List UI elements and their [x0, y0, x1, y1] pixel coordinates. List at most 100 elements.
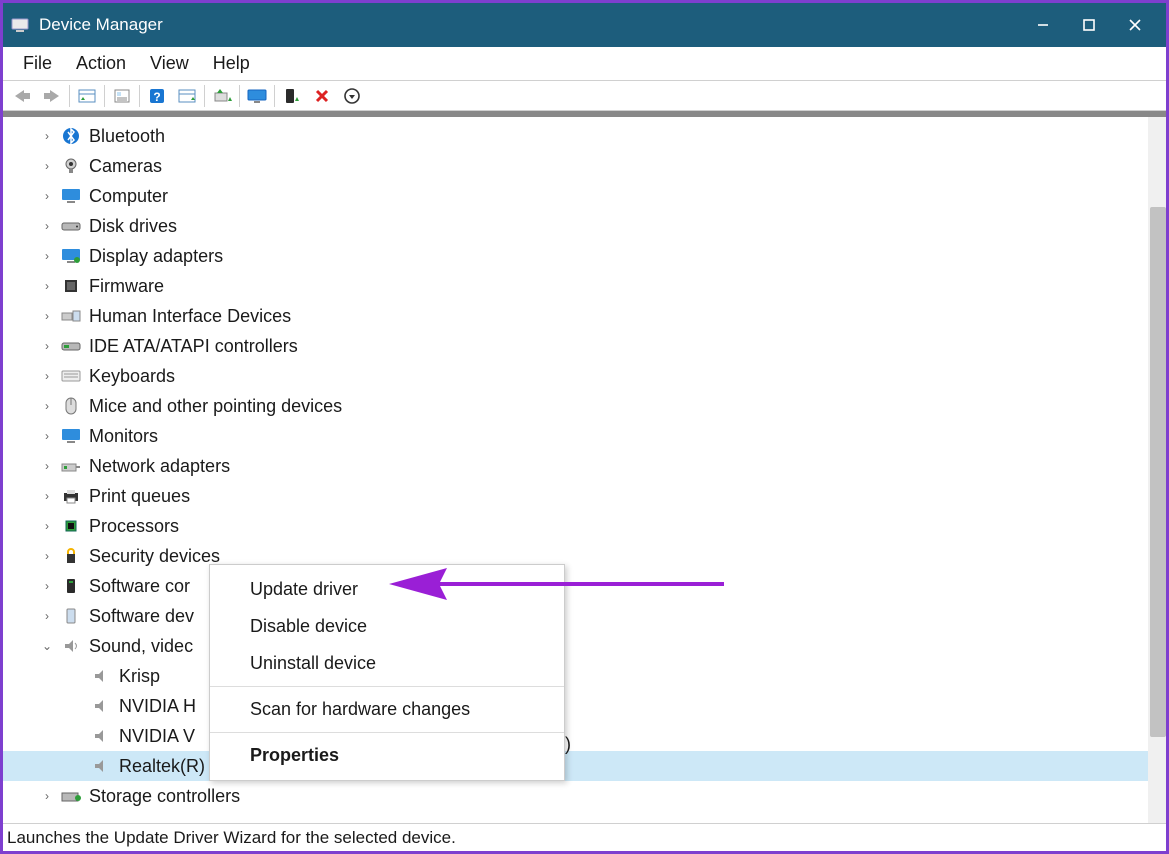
- bluetooth-icon: [61, 126, 81, 146]
- tree-category[interactable]: › Monitors: [3, 421, 1148, 451]
- expand-icon[interactable]: ›: [39, 459, 55, 473]
- tree-category[interactable]: ›Cameras: [3, 151, 1148, 181]
- monitor-button[interactable]: [242, 83, 272, 109]
- expand-icon[interactable]: ›: [39, 189, 55, 203]
- content-area: ›Bluetooth›Cameras›Computer›Disk drives›…: [3, 117, 1166, 823]
- speaker-icon: [91, 696, 111, 716]
- cpu-icon: [61, 516, 81, 536]
- expand-icon[interactable]: ›: [39, 339, 55, 353]
- tree-category[interactable]: › Disk drives: [3, 211, 1148, 241]
- expand-icon[interactable]: ›: [39, 399, 55, 413]
- device-tree[interactable]: ›Bluetooth›Cameras›Computer›Disk drives›…: [3, 117, 1148, 823]
- expand-icon[interactable]: ›: [39, 429, 55, 443]
- swcomp-icon: [61, 576, 81, 596]
- sound-icon: [61, 636, 81, 656]
- tree-category[interactable]: ›Print queues: [3, 481, 1148, 511]
- tree-category-label: Monitors: [89, 426, 158, 447]
- tree-category-label: Disk drives: [89, 216, 177, 237]
- tree-device-label: Krisp: [119, 666, 160, 687]
- display-icon: [61, 246, 81, 266]
- tree-category-label: Sound, videc: [89, 636, 193, 657]
- expand-icon[interactable]: ›: [39, 369, 55, 383]
- show-hidden-button[interactable]: [72, 83, 102, 109]
- tree-category[interactable]: ›Human Interface Devices: [3, 301, 1148, 331]
- menubar: File Action View Help: [3, 47, 1166, 81]
- tree-category[interactable]: ›Display adapters: [3, 241, 1148, 271]
- close-button[interactable]: [1112, 3, 1158, 47]
- context-menu-item[interactable]: Properties: [210, 737, 564, 774]
- tree-category-label: Mice and other pointing devices: [89, 396, 342, 417]
- expand-icon[interactable]: ›: [39, 129, 55, 143]
- disable-button[interactable]: [307, 83, 337, 109]
- tree-category-label: Security devices: [89, 546, 220, 567]
- enable-button[interactable]: [277, 83, 307, 109]
- context-menu-item[interactable]: Disable device: [210, 608, 564, 645]
- tree-category[interactable]: › Keyboards: [3, 361, 1148, 391]
- tree-category[interactable]: › Mice and other pointing devices: [3, 391, 1148, 421]
- expand-icon[interactable]: ›: [39, 579, 55, 593]
- scrollbar-thumb[interactable]: [1150, 207, 1166, 737]
- titlebar: Device Manager: [3, 3, 1166, 47]
- tree-category[interactable]: ⌄ Sound, videc: [3, 631, 1148, 661]
- tree-device[interactable]: NVIDIA H: [3, 691, 1148, 721]
- menu-action[interactable]: Action: [64, 49, 138, 78]
- scan-button[interactable]: [172, 83, 202, 109]
- expand-icon[interactable]: ›: [39, 549, 55, 563]
- disk-icon: [61, 216, 81, 236]
- tree-category[interactable]: › IDE ATA/ATAPI controllers: [3, 331, 1148, 361]
- tree-category[interactable]: ›Firmware: [3, 271, 1148, 301]
- update-driver-button[interactable]: [207, 83, 237, 109]
- maximize-button[interactable]: [1066, 3, 1112, 47]
- menu-help[interactable]: Help: [201, 49, 262, 78]
- hid-icon: [61, 306, 81, 326]
- expand-icon[interactable]: ›: [39, 609, 55, 623]
- minimize-button[interactable]: [1020, 3, 1066, 47]
- help-button[interactable]: ?: [142, 83, 172, 109]
- tree-device[interactable]: NVIDIA V: [3, 721, 1148, 751]
- svg-text:?: ?: [153, 90, 160, 104]
- printer-icon: [61, 486, 81, 506]
- context-menu-separator: [210, 686, 564, 687]
- status-text: Launches the Update Driver Wizard for th…: [7, 828, 456, 848]
- tree-category-label: Network adapters: [89, 456, 230, 477]
- tree-category-label: Keyboards: [89, 366, 175, 387]
- collapse-icon[interactable]: ⌄: [39, 639, 55, 653]
- context-menu-item[interactable]: Uninstall device: [210, 645, 564, 682]
- scrollbar-track[interactable]: [1148, 117, 1166, 823]
- tree-category-label: Storage controllers: [89, 786, 240, 807]
- tree-category-label: Processors: [89, 516, 179, 537]
- expand-icon[interactable]: ›: [39, 519, 55, 533]
- tree-category[interactable]: ›Computer: [3, 181, 1148, 211]
- menu-file[interactable]: File: [11, 49, 64, 78]
- context-menu-item[interactable]: Scan for hardware changes: [210, 691, 564, 728]
- speaker-icon: [91, 756, 111, 776]
- menu-view[interactable]: View: [138, 49, 201, 78]
- back-button[interactable]: [7, 83, 37, 109]
- storage-icon: [61, 786, 81, 806]
- ide-icon: [61, 336, 81, 356]
- expand-icon[interactable]: ›: [39, 249, 55, 263]
- tree-category[interactable]: › Processors: [3, 511, 1148, 541]
- uninstall-button[interactable]: [337, 83, 367, 109]
- expand-icon[interactable]: ›: [39, 489, 55, 503]
- tree-device[interactable]: Realtek(R) Audio: [3, 751, 1148, 781]
- expand-icon[interactable]: ›: [39, 159, 55, 173]
- properties-button[interactable]: [107, 83, 137, 109]
- tree-category[interactable]: › Bluetooth: [3, 121, 1148, 151]
- swdev-icon: [61, 606, 81, 626]
- forward-button[interactable]: [37, 83, 67, 109]
- tree-category[interactable]: › Network adapters: [3, 451, 1148, 481]
- tree-category[interactable]: › Storage controllers: [3, 781, 1148, 811]
- expand-icon[interactable]: ›: [39, 219, 55, 233]
- expand-icon[interactable]: ›: [39, 279, 55, 293]
- expand-icon[interactable]: ›: [39, 309, 55, 323]
- tree-category-label: Bluetooth: [89, 126, 165, 147]
- speaker-icon: [91, 666, 111, 686]
- tree-device-label: NVIDIA H: [119, 696, 196, 717]
- firmware-icon: [61, 276, 81, 296]
- tree-device[interactable]: Krisp: [3, 661, 1148, 691]
- status-bar: Launches the Update Driver Wizard for th…: [3, 823, 1166, 851]
- expand-icon[interactable]: ›: [39, 789, 55, 803]
- network-icon: [61, 456, 81, 476]
- tree-category-label: IDE ATA/ATAPI controllers: [89, 336, 298, 357]
